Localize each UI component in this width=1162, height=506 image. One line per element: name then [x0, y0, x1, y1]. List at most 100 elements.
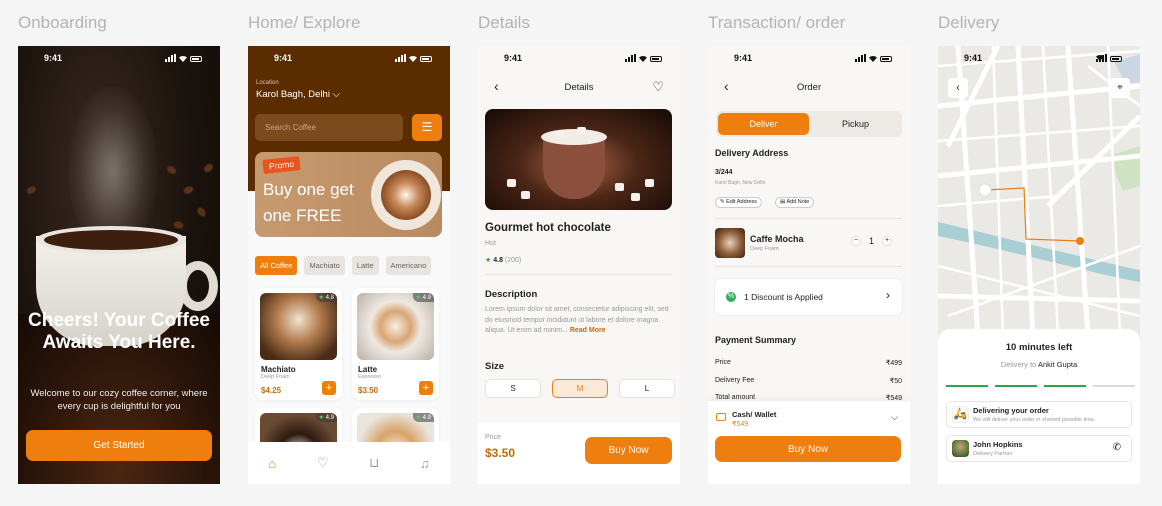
delivery-progress — [946, 385, 1135, 387]
summary-label: Price — [715, 359, 731, 366]
wifi-icon — [639, 55, 647, 62]
eta-title: 10 minutes left — [1005, 342, 1073, 353]
get-started-button[interactable]: Get Started — [26, 430, 212, 461]
summary-label: Delivery Fee — [715, 377, 755, 384]
size-title: Size — [485, 361, 505, 372]
address-title: Delivery Address — [715, 148, 789, 158]
minus-button[interactable]: − — [851, 236, 861, 246]
page-title: Order — [796, 82, 822, 93]
back-arrow-icon[interactable]: ‹ — [948, 78, 968, 98]
delivery-status-card: 🛵 Delivering your order We will deliver … — [946, 401, 1132, 428]
rating-count: (200) — [504, 257, 522, 264]
status-bar: 9:41 — [938, 53, 1140, 65]
item-name: Caffe Mocha — [750, 234, 804, 244]
chevron-right-icon: › — [886, 288, 890, 302]
product-title: Gourmet hot chocolate — [485, 222, 611, 234]
plus-button[interactable]: + — [882, 236, 893, 246]
description-text: Lorem ipsum dolor sit amet, consectetur … — [485, 305, 673, 337]
summary-title: Payment Summary — [715, 335, 797, 345]
discount-card[interactable]: % 1 Discount is Applied › — [715, 279, 902, 315]
favorite-heart-icon[interactable]: ♡ — [652, 79, 664, 95]
tab-deliver[interactable]: Deliver — [718, 113, 809, 135]
payment-method: Cash/ Wallet — [732, 410, 777, 419]
coffee-bean-icon — [181, 184, 196, 196]
product-sub: Deep Foam — [261, 374, 290, 380]
status-time: 9:41 — [504, 53, 523, 63]
promo-banner[interactable]: Promo Buy one get one FREE — [255, 152, 442, 237]
status-time: 9:41 — [274, 53, 293, 63]
note-icon: ▤ — [780, 199, 786, 205]
buy-now-button[interactable]: Buy Now — [585, 437, 672, 464]
heart-icon[interactable]: ♡ — [317, 455, 329, 471]
product-hero-image — [485, 109, 672, 210]
home-screen: 9:41 Location Karol Bagh, Delhi ⌵ Search… — [248, 46, 450, 484]
wifi-icon — [1096, 54, 1104, 61]
filter-button[interactable]: ☰ — [412, 114, 442, 141]
partner-role: Delivery Partner — [973, 451, 1013, 457]
battery-icon — [880, 56, 892, 62]
delivery-partner-card: John Hopkins Delivery Partner ✆ — [946, 435, 1132, 462]
phone-icon[interactable]: ✆ — [1113, 442, 1121, 453]
map-view[interactable]: 9:41 ‹ ⌖ — [938, 46, 1140, 336]
status-bar: 9:41 — [248, 53, 450, 65]
product-sub: Espresso — [358, 374, 381, 380]
payment-amount: ₹549 — [732, 421, 749, 428]
product-image — [260, 293, 337, 360]
wifi-icon — [179, 55, 187, 62]
coffee-bean-icon — [172, 220, 185, 230]
status-bar: 9:41 — [708, 53, 910, 65]
tab-pickup[interactable]: Pickup — [811, 113, 900, 135]
star-icon: ★ — [318, 415, 324, 421]
promo-text: Buy one get one FREE — [263, 180, 354, 225]
wallet-icon — [716, 413, 726, 421]
crosshair-icon[interactable]: ⌖ — [1110, 78, 1130, 98]
chip-all-coffee[interactable]: All Coffee — [255, 256, 298, 275]
chevron-down-icon[interactable]: ⌵ — [891, 412, 898, 423]
product-card[interactable]: ★ 4.9 Latte Espresso $3.50 + — [352, 288, 439, 400]
status-subtitle: We will deliver your order in shorted po… — [973, 417, 1096, 423]
quantity-stepper: − 1 + — [851, 236, 893, 246]
signal-icon — [165, 54, 176, 62]
item-sub: Deep Foam — [750, 246, 779, 252]
chip-latte[interactable]: Latte — [351, 256, 379, 275]
section-label-order: Transaction/ order — [708, 13, 846, 32]
search-input[interactable]: Search Coffee — [255, 114, 403, 141]
location-selector[interactable]: Karol Bagh, Delhi ⌵ — [256, 89, 340, 100]
coffee-bean-icon — [201, 161, 216, 175]
home-icon[interactable]: ⌂ — [268, 456, 276, 471]
cart-icon[interactable]: ⊔ — [369, 455, 379, 471]
edit-address-button[interactable]: ✎ Edit Address — [715, 197, 763, 208]
product-price: $4.25 — [261, 386, 282, 395]
item-image — [715, 228, 745, 258]
order-screen: 9:41 ‹ Order Deliver Pickup Delivery Add… — [708, 46, 910, 484]
size-m-button[interactable]: M — [552, 379, 608, 398]
add-note-button[interactable]: ▤ Add Note — [775, 197, 815, 208]
progress-step — [995, 385, 1037, 387]
divider — [485, 274, 672, 275]
price-label: Price — [485, 434, 501, 441]
summary-value: ₹50 — [889, 378, 902, 385]
bell-icon[interactable]: ♫ — [420, 456, 430, 471]
plus-icon: + — [422, 382, 430, 394]
size-s-button[interactable]: S — [485, 379, 541, 398]
chip-machiato[interactable]: Machiato — [304, 256, 345, 275]
chip-americano[interactable]: Americano — [385, 256, 432, 275]
product-card[interactable]: ★ 4.8 Machiato Deep Foam $4.25 + — [255, 288, 342, 400]
battery-icon — [1110, 56, 1122, 62]
add-button[interactable]: + — [419, 381, 433, 395]
delivery-to-label: Delivery to — [1000, 360, 1037, 369]
section-label-delivery: Delivery — [938, 13, 1000, 32]
buy-now-button[interactable]: Buy Now — [715, 436, 901, 462]
signal-icon — [625, 54, 636, 62]
battery-icon — [650, 56, 662, 62]
delivery-mode-toggle: Deliver Pickup — [716, 111, 902, 137]
read-more-link[interactable]: Read More — [570, 327, 606, 334]
star-icon: ★ — [415, 415, 421, 421]
scooter-icon: 🛵 — [952, 406, 969, 423]
divider — [715, 218, 902, 219]
status-time: 9:41 — [964, 53, 983, 63]
size-l-button[interactable]: L — [619, 379, 675, 398]
quantity-value: 1 — [869, 236, 875, 246]
summary-row: Delivery Fee ₹50 — [715, 377, 902, 385]
add-button[interactable]: + — [322, 381, 336, 395]
